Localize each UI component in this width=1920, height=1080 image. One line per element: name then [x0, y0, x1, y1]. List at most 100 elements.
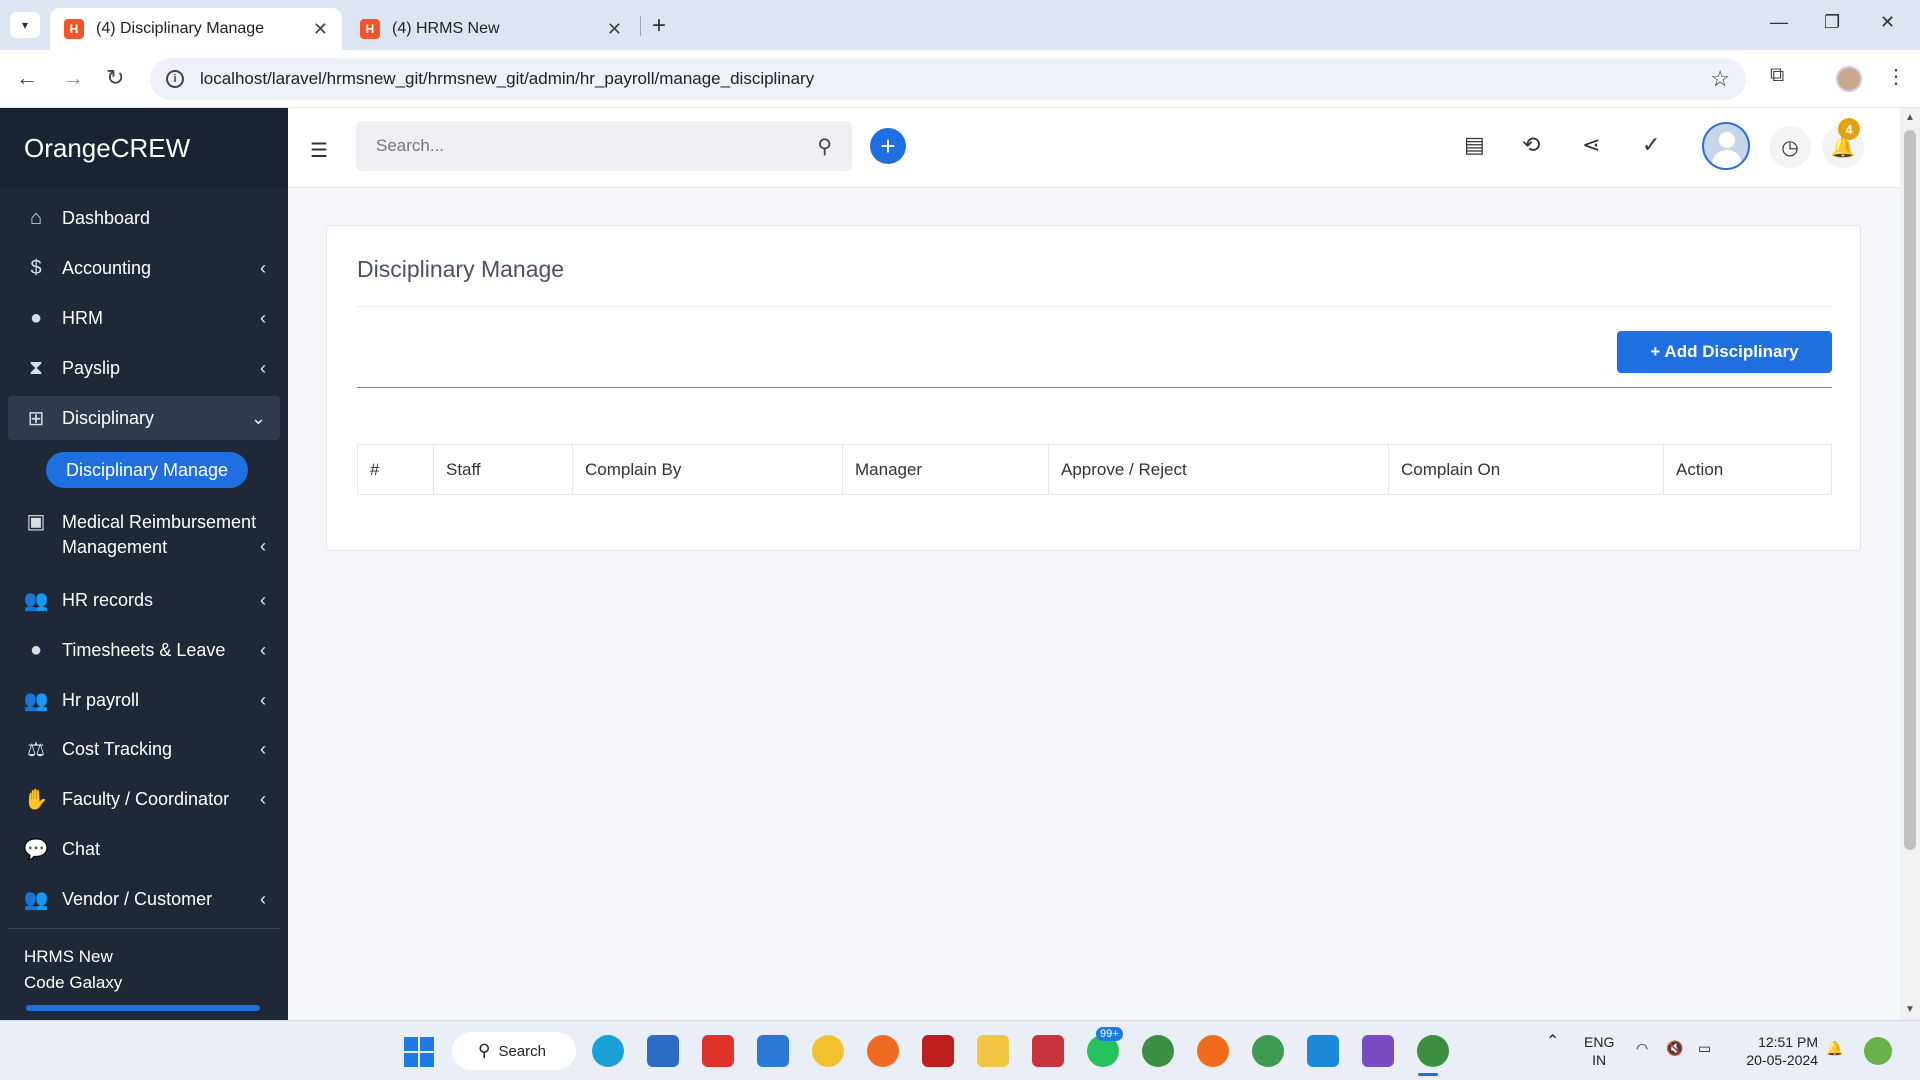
sidebar-item-hr-records[interactable]: 👥 HR records ‹ [8, 578, 280, 622]
address-bar[interactable]: i localhost/laravel/hrmsnew_git/hrmsnew_… [150, 58, 1746, 100]
scroll-down-icon[interactable]: ▼ [1905, 1004, 1915, 1015]
chevron-left-icon: ‹ [260, 689, 266, 710]
column-header-complain-on[interactable]: Complain On [1388, 444, 1664, 495]
sidebar-item-dashboard[interactable]: ⌂ Dashboard [8, 196, 280, 240]
share-icon[interactable]: ⋖ [1582, 132, 1600, 158]
new-tab-button[interactable]: + [652, 12, 666, 40]
tab-close-icon[interactable]: ✕ [607, 19, 622, 40]
back-icon[interactable]: ← [16, 65, 38, 91]
menu-toggle-icon[interactable]: ☰ [310, 138, 328, 163]
id-card-icon[interactable]: ▤ [1464, 132, 1485, 158]
sidebar-item-hrm[interactable]: ● HRM ‹ [8, 296, 280, 340]
chevron-left-icon: ‹ [260, 639, 266, 660]
sidebar-item-label: Disciplinary [62, 407, 155, 428]
sidebar-item-payslip[interactable]: ⧗ Payslip ‹ [8, 346, 280, 390]
firefox-icon[interactable] [867, 1035, 899, 1067]
chevron-left-icon: ‹ [260, 257, 266, 278]
history-icon[interactable]: ⟲ [1522, 132, 1540, 158]
tab-separator [640, 16, 641, 36]
app-icon[interactable] [812, 1035, 844, 1067]
scroll-up-icon[interactable]: ▲ [1905, 112, 1915, 123]
search-icon[interactable]: ⚲ [817, 134, 832, 159]
active-app-indicator [1418, 1073, 1438, 1076]
page-scrollbar[interactable]: ▲ ▼ [1900, 108, 1920, 1020]
extensions-icon[interactable]: ⧉ [1770, 64, 1784, 87]
globe-app-icon[interactable] [1252, 1035, 1284, 1067]
volume-muted-icon[interactable]: 🔇 [1666, 1039, 1683, 1057]
sidebar-item-hr-payroll[interactable]: 👥 Hr payroll ‹ [8, 678, 280, 722]
user-avatar[interactable] [1702, 122, 1750, 170]
sidebar-divider [8, 928, 280, 929]
chat-icon: 💬 [23, 838, 49, 861]
security-app-icon[interactable] [1032, 1035, 1064, 1067]
column-header-complain-by[interactable]: Complain By [572, 444, 843, 495]
filezilla-icon[interactable] [922, 1035, 954, 1067]
taskbar-search[interactable]: ⚲ Search [452, 1032, 576, 1070]
checkmark-icon[interactable]: ✓ [1642, 132, 1660, 158]
anydesk-icon[interactable] [702, 1035, 734, 1067]
postman-icon[interactable] [1197, 1035, 1229, 1067]
window-close-icon[interactable]: ✕ [1880, 12, 1895, 33]
sidebar-item-medical-reimbursement[interactable]: ▣ Medical Reimbursement Management ‹ [8, 508, 280, 562]
sidebar-item-cost-tracking[interactable]: ⚖ Cost Tracking ‹ [8, 727, 280, 771]
browser-tabstrip: ▾ H (4) Disciplinary Manage ✕ H (4) HRMS… [0, 0, 1920, 50]
column-header-manager[interactable]: Manager [842, 444, 1049, 495]
minimize-icon[interactable]: — [1770, 12, 1788, 33]
wifi-icon[interactable]: ◠ [1636, 1039, 1648, 1057]
restore-icon[interactable]: ❐ [1824, 12, 1840, 33]
users-icon: 👥 [23, 589, 49, 612]
brand-logo[interactable]: OrangeCREW [0, 108, 288, 188]
title-divider [357, 306, 1832, 307]
search-input[interactable] [376, 136, 818, 156]
browser-menu-icon[interactable]: ⋮ [1886, 64, 1906, 89]
chevron-left-icon: ‹ [260, 357, 266, 378]
add-disciplinary-button[interactable]: + Add Disciplinary [1617, 331, 1832, 373]
quick-add-button[interactable]: + [870, 128, 906, 164]
file-explorer-icon[interactable] [977, 1035, 1009, 1067]
sidebar-item-label: Hr payroll [62, 689, 140, 710]
sidebar-item-faculty-coordinator[interactable]: ✋ Faculty / Coordinator ‹ [8, 777, 280, 821]
chevron-left-icon: ‹ [260, 307, 266, 328]
reload-icon[interactable]: ↻ [106, 65, 124, 91]
language-indicator[interactable]: ENG IN [1584, 1033, 1614, 1069]
sidebar-item-vendor-customer[interactable]: 👥 Vendor / Customer ‹ [8, 877, 280, 921]
tab-search-button[interactable]: ▾ [10, 12, 40, 38]
column-header-number[interactable]: # [357, 444, 434, 495]
bookmark-star-icon[interactable]: ☆ [1710, 66, 1730, 92]
chrome-profile-icon[interactable] [1142, 1035, 1174, 1067]
notepad-icon[interactable] [757, 1035, 789, 1067]
chevron-left-icon: ‹ [260, 738, 266, 759]
store-icon[interactable] [647, 1035, 679, 1067]
site-info-icon[interactable]: i [166, 70, 184, 88]
clock-icon[interactable]: ◷ [1769, 126, 1811, 168]
visual-studio-icon[interactable] [1362, 1035, 1394, 1067]
windows-start-icon[interactable] [404, 1037, 434, 1067]
sidebar-item-timesheets-leave[interactable]: ● Timesheets & Leave ‹ [8, 628, 280, 672]
chrome-icon[interactable] [1417, 1035, 1449, 1067]
sidebar-subitem-disciplinary-manage[interactable]: Disciplinary Manage [46, 452, 248, 488]
copilot-icon[interactable] [1864, 1037, 1892, 1065]
search-icon: ⚲ [478, 1041, 491, 1060]
sidebar-progress-bar [26, 1005, 260, 1011]
browser-tab-inactive[interactable]: H (4) HRMS New ✕ [346, 8, 636, 50]
vscode-icon[interactable] [1307, 1035, 1339, 1067]
sidebar-item-chat[interactable]: 💬 Chat [8, 827, 280, 871]
column-header-approve-reject[interactable]: Approve / Reject [1048, 444, 1389, 495]
browser-profile-avatar[interactable] [1836, 66, 1862, 92]
column-header-action[interactable]: Action [1663, 444, 1832, 495]
show-hidden-icons-icon[interactable]: ⌃ [1546, 1033, 1559, 1051]
edge-icon[interactable] [592, 1035, 624, 1067]
scrollbar-thumb[interactable] [1904, 130, 1916, 850]
chevron-left-icon: ‹ [260, 788, 266, 809]
chevron-left-icon: ‹ [260, 536, 266, 556]
sidebar-item-accounting[interactable]: $ Accounting ‹ [8, 246, 280, 290]
tab-close-icon[interactable]: ✕ [313, 19, 328, 40]
notification-bell-icon[interactable]: 🔔 [1826, 1039, 1843, 1057]
sidebar-item-label: HR records [62, 589, 154, 610]
forward-icon[interactable]: → [62, 65, 84, 91]
sidebar-item-disciplinary[interactable]: ⊞ Disciplinary ⌄ [8, 396, 280, 440]
battery-icon[interactable]: ▭ [1698, 1039, 1711, 1057]
browser-tab-active[interactable]: H (4) Disciplinary Manage ✕ [50, 8, 342, 50]
column-header-staff[interactable]: Staff [433, 444, 573, 495]
clock-area[interactable]: 12:51 PM 20-05-2024 [1736, 1033, 1818, 1069]
